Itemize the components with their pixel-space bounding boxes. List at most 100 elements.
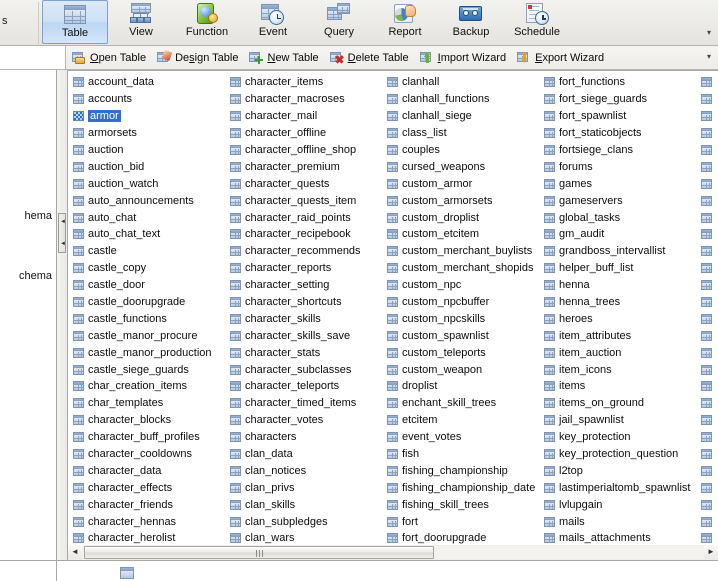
table-list-item[interactable] — [696, 158, 718, 175]
chevron-down-icon[interactable]: ▾ — [704, 29, 714, 39]
table-list-item[interactable]: character_setting — [225, 277, 382, 294]
table-list-item[interactable]: fishing_championship — [382, 462, 539, 479]
table-list-item[interactable] — [696, 74, 718, 91]
table-list-item[interactable] — [696, 361, 718, 378]
table-list-item[interactable]: char_templates — [68, 395, 225, 412]
table-list-item[interactable]: custom_armor — [382, 175, 539, 192]
table-list-item[interactable]: cursed_weapons — [382, 158, 539, 175]
table-list-item[interactable]: heroes — [539, 310, 696, 327]
table-list-item[interactable]: character_recommends — [225, 243, 382, 260]
table-list-item[interactable]: character_raid_points — [225, 209, 382, 226]
table-list-item[interactable]: castle — [68, 243, 225, 260]
table-list-item[interactable]: custom_etcitem — [382, 226, 539, 243]
table-list-item[interactable]: character_buff_profiles — [68, 429, 225, 446]
table-list-item[interactable]: character_items — [225, 74, 382, 91]
table-list-item[interactable]: character_recipebook — [225, 226, 382, 243]
scroll-left-arrow-icon[interactable]: ◄ — [68, 545, 82, 559]
table-list-item[interactable]: custom_merchant_buylists — [382, 243, 539, 260]
table-list-item[interactable]: event_votes — [382, 429, 539, 446]
table-list-item[interactable]: castle_copy — [68, 260, 225, 277]
table-list-item[interactable]: auction_watch — [68, 175, 225, 192]
table-list-item[interactable]: couples — [382, 142, 539, 159]
toolbar-export-wizard-button[interactable]: Export Wizard — [517, 46, 611, 69]
ribbon-tab-report[interactable]: Report — [372, 0, 438, 44]
table-list-item[interactable] — [696, 429, 718, 446]
table-list-item[interactable] — [696, 175, 718, 192]
table-list-item[interactable]: clan_privs — [225, 479, 382, 496]
table-list-item[interactable] — [696, 496, 718, 513]
table-list-item[interactable]: character_effects — [68, 479, 225, 496]
table-list-item[interactable]: character_votes — [225, 412, 382, 429]
table-list-item[interactable]: fishing_championship_date — [382, 479, 539, 496]
table-list-item[interactable]: key_protection — [539, 429, 696, 446]
table-list-item[interactable]: character_quests — [225, 175, 382, 192]
table-list-item[interactable]: item_auction — [539, 344, 696, 361]
table-list-item[interactable]: account_data — [68, 74, 225, 91]
table-list-item[interactable]: fish — [382, 446, 539, 463]
table-list-item[interactable]: character_quests_item — [225, 192, 382, 209]
table-list-item[interactable]: character_skills — [225, 310, 382, 327]
table-list-item[interactable]: custom_merchant_shopids — [382, 260, 539, 277]
ribbon-tab-table[interactable]: Table — [42, 0, 108, 44]
table-list-item[interactable] — [696, 479, 718, 496]
table-list-item[interactable]: clan_notices — [225, 462, 382, 479]
table-list-item[interactable]: fortsiege_clans — [539, 142, 696, 159]
table-list-item[interactable]: auto_chat — [68, 209, 225, 226]
table-list-item[interactable]: custom_spawnlist — [382, 327, 539, 344]
ribbon-tab-schedule[interactable]: Schedule — [504, 0, 570, 44]
table-list-item[interactable]: character_skills_save — [225, 327, 382, 344]
table-list-item[interactable] — [696, 446, 718, 463]
table-list-item[interactable] — [696, 395, 718, 412]
table-list-item[interactable]: l2top — [539, 462, 696, 479]
ribbon-tab-event[interactable]: Event — [240, 0, 306, 44]
table-list-item[interactable] — [696, 310, 718, 327]
table-list-item[interactable]: character_hennas — [68, 513, 225, 530]
table-list-item[interactable]: character_offline_shop — [225, 142, 382, 159]
panel-collapse-handle[interactable]: ◄ ◄ — [58, 213, 66, 253]
table-list-item[interactable] — [696, 277, 718, 294]
horizontal-scrollbar[interactable]: ◄ ► — [67, 545, 718, 560]
table-list-item[interactable] — [696, 462, 718, 479]
table-list-item[interactable]: custom_droplist — [382, 209, 539, 226]
table-list-item[interactable]: fort_spawnlist — [539, 108, 696, 125]
toolbar-import-wizard-button[interactable]: Import Wizard — [419, 46, 513, 69]
table-list-item[interactable]: character_friends — [68, 496, 225, 513]
table-list-item[interactable]: items — [539, 378, 696, 395]
table-list-item[interactable]: clanhall_siege — [382, 108, 539, 125]
table-list-item[interactable]: enchant_skill_trees — [382, 395, 539, 412]
table-list-item[interactable]: class_list — [382, 125, 539, 142]
table-list-item[interactable]: armorsets — [68, 125, 225, 142]
table-list-item[interactable] — [696, 378, 718, 395]
table-list-item[interactable]: gameservers — [539, 192, 696, 209]
table-list-item[interactable]: auction_bid — [68, 158, 225, 175]
table-list-item[interactable]: lvlupgain — [539, 496, 696, 513]
table-list-item[interactable]: character_mail — [225, 108, 382, 125]
collapse-left-arrow-icon-2[interactable]: ◄ — [60, 241, 66, 247]
table-list-item[interactable]: auction — [68, 142, 225, 159]
table-list-item[interactable] — [696, 91, 718, 108]
table-list-item[interactable]: lastimperialtomb_spawnlist — [539, 479, 696, 496]
toolbar-new-table-button[interactable]: New Table — [249, 46, 325, 69]
table-list-item[interactable]: fort_siege_guards — [539, 91, 696, 108]
table-list-item[interactable]: custom_teleports — [382, 344, 539, 361]
table-list-item[interactable] — [696, 412, 718, 429]
table-list-item[interactable]: etcitem — [382, 412, 539, 429]
table-list-item[interactable]: custom_npc — [382, 277, 539, 294]
table-list-item[interactable]: global_tasks — [539, 209, 696, 226]
table-list-item[interactable] — [696, 209, 718, 226]
table-list-item[interactable] — [696, 125, 718, 142]
schema-tree-panel[interactable]: hema chema — [0, 70, 57, 560]
table-list-item[interactable]: armor — [68, 108, 225, 125]
table-list-item[interactable] — [696, 192, 718, 209]
table-list-item[interactable]: character_timed_items — [225, 395, 382, 412]
ribbon-tab-query[interactable]: Query — [306, 0, 372, 44]
table-list-item[interactable] — [696, 344, 718, 361]
schema-tree-item[interactable]: hema — [0, 210, 52, 222]
object-list-panel[interactable]: account_data accounts armor armorsets auctio… — [67, 70, 718, 560]
table-list-item[interactable] — [696, 108, 718, 125]
table-list-item[interactable] — [696, 243, 718, 260]
toolbar-delete-table-button[interactable]: Delete Table — [329, 46, 416, 69]
table-list-item[interactable] — [696, 226, 718, 243]
scroll-right-arrow-icon[interactable]: ► — [704, 545, 718, 559]
table-list-item[interactable]: fort_staticobjects — [539, 125, 696, 142]
